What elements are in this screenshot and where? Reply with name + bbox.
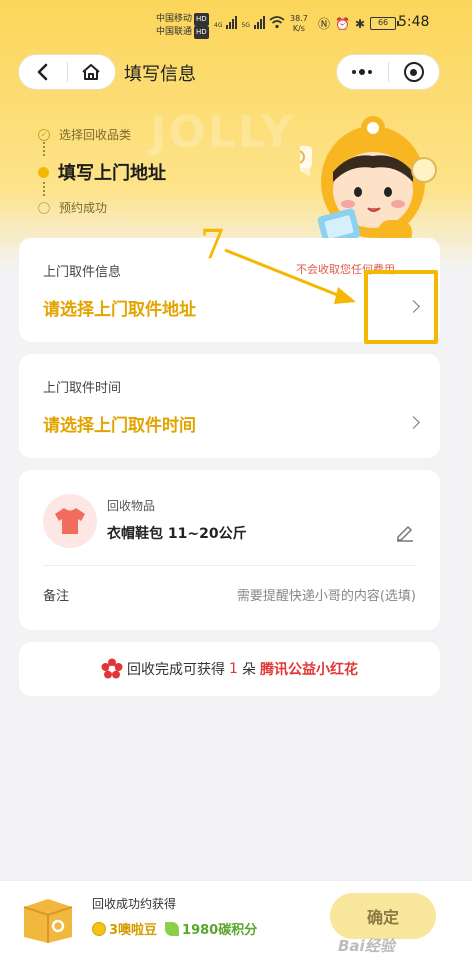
- pickup-address-value[interactable]: 请选择上门取件地址: [43, 295, 196, 320]
- status-bar: 中国移动 HD 中国联通 HD 4G 5G 38.7 K/s Ⓝ ⏰ ✱ 66 5:…: [0, 8, 472, 42]
- net-speed: 38.7 K/s: [290, 14, 308, 34]
- mascot-illustration: [300, 116, 437, 246]
- confirm-button[interactable]: 确定: [330, 893, 436, 939]
- back-button[interactable]: [19, 54, 67, 90]
- clock: 5:48: [398, 14, 430, 30]
- carrier-2: 中国联通: [156, 27, 193, 37]
- battery-icon: 66: [370, 17, 400, 30]
- close-mini-program-button[interactable]: [388, 54, 439, 90]
- pickup-time-value[interactable]: 请选择上门取件时间: [43, 411, 196, 436]
- signal-icon: [253, 16, 265, 29]
- battery-level: 66: [377, 18, 389, 27]
- step-booking-success: 预约成功: [38, 199, 166, 216]
- tencent-charity-link[interactable]: 腾讯公益小红花: [260, 659, 358, 679]
- reward-prefix: 回收完成可获得: [127, 662, 226, 678]
- system-icons: Ⓝ ⏰ ✱ 66: [318, 15, 400, 32]
- tshirt-icon: [55, 508, 85, 534]
- reward-banner[interactable]: 回收完成可获得 1 朵 腾讯公益小红花: [19, 642, 440, 696]
- nfc-icon: Ⓝ: [318, 17, 331, 31]
- clothing-thumbnail: [43, 494, 97, 548]
- red-flower-icon: [101, 658, 123, 679]
- reward-summary-title: 回收成功约获得: [92, 897, 177, 911]
- target-icon: [403, 62, 424, 82]
- mini-program-capsule: [336, 54, 440, 90]
- divider: [43, 565, 416, 566]
- hd-badge: HD: [194, 26, 209, 39]
- chevron-left-icon: [37, 63, 48, 81]
- reward-summary: 3噢啦豆 1980碳积分: [92, 919, 257, 938]
- hd-badge: HD: [194, 13, 209, 26]
- item-description: 衣帽鞋包 11~20公斤: [107, 526, 247, 542]
- pickup-time-label: 上门取件时间: [43, 381, 122, 396]
- carbon-points-reward: 1980碳积分: [182, 923, 258, 938]
- home-button[interactable]: [67, 54, 115, 90]
- net-speed-value: 38.7: [290, 14, 308, 23]
- chevron-right-icon: [407, 416, 420, 429]
- annotation-step-number: 7: [200, 222, 226, 268]
- page-title: 填写信息: [124, 64, 196, 85]
- pending-dot-icon: [38, 201, 50, 214]
- home-icon: [82, 64, 100, 80]
- baidu-jingyan-watermark: Bai经验: [338, 937, 395, 955]
- progress-steps: ✓ 选择回收品类 填写上门地址 预约成功: [38, 126, 166, 215]
- step-label: 填写上门地址: [58, 163, 166, 184]
- pickup-time-card[interactable]: 上门取件时间 请选择上门取件时间: [19, 354, 440, 458]
- step-label: 预约成功: [59, 201, 108, 215]
- recycle-item-card: 回收物品 衣帽鞋包 11~20公斤 备注 需要提醒快递小哥的内容(选填): [19, 470, 440, 630]
- reward-count: 1: [229, 661, 238, 677]
- carrier-1: 中国移动: [156, 14, 193, 24]
- reward-unit: 朵: [241, 662, 256, 678]
- carrier-info: 中国移动 HD 中国联通 HD: [156, 13, 209, 39]
- step-connector: [43, 142, 45, 156]
- pickup-info-label: 上门取件信息: [43, 265, 122, 280]
- note-input[interactable]: 需要提醒快递小哥的内容(选填): [237, 585, 416, 604]
- package-box-icon: [23, 899, 73, 943]
- item-type-label: 回收物品: [107, 499, 156, 513]
- annotation-highlight-box: [364, 270, 438, 344]
- net-speed-unit: K/s: [292, 24, 305, 33]
- step-select-category: ✓ 选择回收品类: [38, 126, 166, 143]
- bean-icon: [92, 921, 106, 936]
- net-5g-label: 5G: [241, 22, 250, 29]
- bluetooth-icon: ✱: [354, 16, 366, 31]
- signal-icons: 4G 5G: [214, 16, 285, 29]
- nav-capsule: [18, 54, 116, 90]
- alarm-icon: ⏰: [335, 16, 350, 31]
- check-icon: ✓: [38, 128, 50, 141]
- more-dots-icon: [352, 69, 373, 75]
- step-connector: [43, 182, 45, 196]
- net-4g-label: 4G: [214, 22, 223, 29]
- beans-reward: 3噢啦豆: [109, 923, 158, 938]
- note-label: 备注: [43, 589, 70, 604]
- step-label: 选择回收品类: [59, 128, 132, 142]
- step-fill-address: 填写上门地址: [38, 159, 166, 185]
- bottom-bar: 回收成功约获得 3噢啦豆 1980碳积分 确定: [0, 880, 472, 967]
- signal-icon: [226, 16, 238, 29]
- active-dot-icon: [38, 166, 49, 178]
- more-menu-button[interactable]: [337, 54, 388, 90]
- wifi-icon: [269, 16, 285, 29]
- edit-icon[interactable]: [395, 522, 415, 542]
- leaf-icon: [165, 921, 180, 936]
